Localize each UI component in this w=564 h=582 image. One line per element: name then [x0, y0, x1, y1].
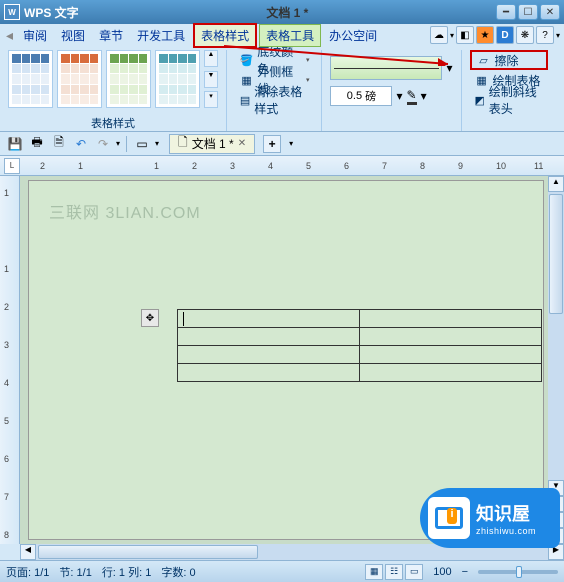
text-cursor — [183, 312, 184, 326]
menu-scroll-left[interactable]: ◂ — [6, 27, 13, 44]
style-thumb-3[interactable] — [106, 50, 151, 108]
menu-office-space[interactable]: 办公空间 — [323, 25, 383, 46]
erase-button[interactable]: ▱ 擦除 — [470, 50, 548, 70]
print-icon[interactable]: 🖶 — [28, 135, 46, 153]
clear-style-label: 清除表格样式 — [254, 83, 309, 117]
watermark-text: 三联网 3LIAN.COM — [49, 199, 201, 223]
new-dropdown-icon[interactable]: ▾ — [155, 139, 159, 148]
dropdown-icon[interactable]: ▾ — [396, 89, 402, 103]
style-thumb-4[interactable] — [155, 50, 200, 108]
new-doc-icon[interactable]: ▭ — [133, 135, 151, 153]
clear-icon: ▤ — [239, 92, 251, 108]
tab-list-dropdown-icon[interactable]: ▾ — [289, 139, 293, 148]
menu-view[interactable]: 视图 — [55, 25, 91, 46]
zhishiwu-logo: 知识屋 zhishiwu.com — [420, 488, 560, 548]
menu-chapter[interactable]: 章节 — [93, 25, 129, 46]
menu-devtools[interactable]: 开发工具 — [131, 25, 191, 46]
horizontal-ruler[interactable]: L 2 1 1 2 3 4 5 6 7 8 9 10 11 — [0, 156, 564, 176]
dropdown-icon: ▾ — [306, 56, 310, 64]
table-style-gallery[interactable]: ▲ ▼ ▾ — [8, 50, 218, 108]
gallery-label: 表格样式 — [8, 113, 218, 131]
help-icon[interactable]: ? — [536, 26, 554, 44]
dropdown-icon[interactable]: ▾ — [421, 89, 427, 103]
tab-close-icon[interactable]: ✕ — [238, 138, 246, 149]
qat-dropdown-icon[interactable]: ▾ — [116, 139, 120, 148]
scroll-thumb[interactable] — [549, 194, 563, 314]
add-tab-button[interactable]: + — [263, 135, 281, 153]
outline-view-icon[interactable]: ☷ — [385, 564, 403, 580]
doc-tab-label: 文档 1 * — [192, 135, 234, 152]
help-dropdown-icon[interactable]: ▾ — [556, 31, 560, 40]
web-view-icon[interactable]: ▭ — [405, 564, 423, 580]
bucket-icon: 🪣 — [239, 52, 254, 68]
vertical-ruler[interactable]: 1 1 2 3 4 5 6 7 8 — [0, 176, 20, 544]
close-button[interactable]: ✕ — [540, 4, 560, 20]
undo-icon[interactable]: ↶ — [72, 135, 90, 153]
ruler-corner[interactable]: L — [4, 158, 20, 174]
feedback-icon[interactable]: ❋ — [516, 26, 534, 44]
diagonal-icon: ◩ — [474, 92, 486, 108]
menu-review[interactable]: 审阅 — [17, 25, 53, 46]
member-icon[interactable]: ★ — [476, 26, 494, 44]
document-title: 文档 1 * — [79, 4, 496, 21]
app-icon: W — [4, 4, 20, 20]
document-tab[interactable]: 🗋 文档 1 * ✕ — [169, 134, 255, 154]
menu-table-style[interactable]: 表格样式 — [193, 23, 257, 48]
print-preview-icon[interactable]: 🗎 — [50, 135, 68, 153]
minimize-button[interactable]: ━ — [496, 4, 516, 20]
logo-en: zhishiwu.com — [476, 526, 536, 536]
gallery-scroll-down[interactable]: ▼ — [204, 71, 218, 88]
cloud-icon[interactable]: ☁ — [430, 26, 448, 44]
draw-diagonal-label: 绘制斜线表头 — [489, 83, 544, 117]
scroll-up-icon[interactable]: ▲ — [548, 176, 564, 192]
status-page[interactable]: 页面: 1/1 — [6, 564, 49, 580]
app-title: WPS 文字 — [24, 4, 79, 21]
scroll-thumb[interactable] — [38, 545, 258, 559]
status-wordcount[interactable]: 字数: 0 — [161, 564, 195, 580]
save-icon[interactable]: 💾 — [6, 135, 24, 153]
logo-monitor-icon — [428, 497, 470, 539]
gallery-more[interactable]: ▾ — [204, 91, 218, 108]
scroll-left-icon[interactable]: ◀ — [20, 544, 36, 560]
table-move-handle[interactable]: ✥ — [141, 309, 159, 327]
draw-diagonal-button[interactable]: ◩ 绘制斜线表头 — [470, 90, 548, 110]
draw-table-icon: ▦ — [474, 72, 490, 88]
style-thumb-2[interactable] — [57, 50, 102, 108]
status-section: 节: 1/1 — [59, 564, 91, 580]
border-weight-input[interactable]: 0.5 磅 — [330, 86, 392, 106]
maximize-button[interactable]: ☐ — [518, 4, 538, 20]
gallery-scroll-up[interactable]: ▲ — [204, 50, 218, 67]
erase-label: 擦除 — [495, 52, 519, 69]
pen-color-icon[interactable]: ✎ — [407, 88, 417, 105]
menu-dropdown-icon[interactable]: ▾ — [450, 31, 454, 40]
redo-icon[interactable]: ↷ — [94, 135, 112, 153]
print-layout-view-icon[interactable]: ▦ — [365, 564, 383, 580]
status-position: 行: 1 列: 1 — [102, 564, 152, 580]
docer-icon[interactable]: D — [496, 26, 514, 44]
style-thumb-1[interactable] — [8, 50, 53, 108]
logo-cn: 知识屋 — [476, 500, 536, 526]
doc-tab-icon: 🗋 — [178, 133, 188, 154]
dropdown-icon[interactable]: ▾ — [446, 61, 452, 75]
document-table[interactable] — [177, 309, 542, 382]
eraser-icon: ▱ — [476, 52, 492, 68]
zoom-slider[interactable] — [478, 570, 558, 574]
border-style-preview[interactable] — [330, 56, 442, 80]
skin-icon[interactable]: ◧ — [456, 26, 474, 44]
menu-table-tools[interactable]: 表格工具 — [259, 24, 321, 47]
clear-table-style-button[interactable]: ▤ 清除表格样式 — [235, 90, 313, 110]
border-icon: ▦ — [239, 72, 254, 88]
